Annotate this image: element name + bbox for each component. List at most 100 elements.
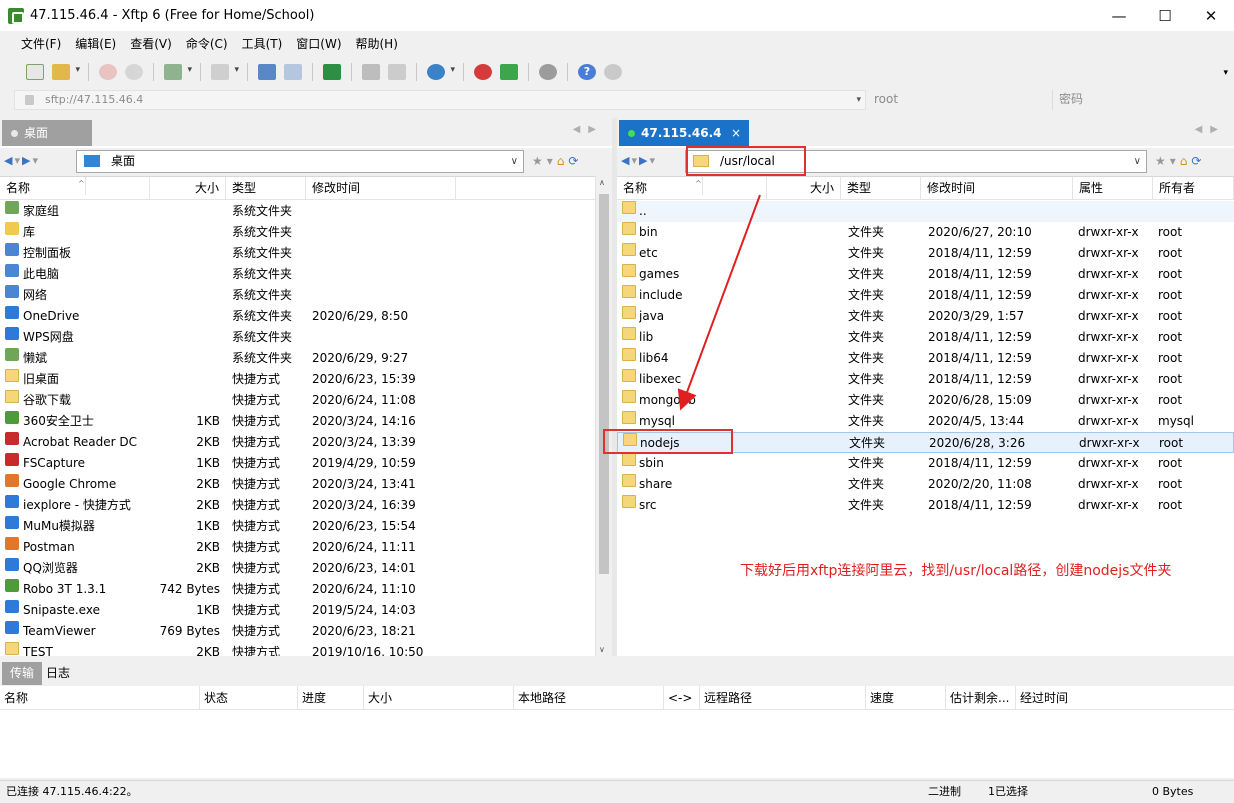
back-forward-icons[interactable]: ◀▾▶▾ bbox=[4, 154, 40, 167]
back-forward-icons[interactable]: ◀▾▶▾ bbox=[621, 154, 657, 167]
table-row[interactable]: Snipaste.exe 1KB 快捷方式 2019/5/24, 14:03 bbox=[0, 600, 612, 621]
open-folder-icon[interactable] bbox=[52, 64, 80, 80]
col-type[interactable]: 类型 bbox=[226, 177, 306, 200]
col-remote-path[interactable]: 远程路径 bbox=[700, 686, 866, 710]
menu-window[interactable]: 窗口(W) bbox=[289, 35, 348, 52]
table-row[interactable]: bin 文件夹 2020/6/27, 20:10 drwxr-xr-x root bbox=[617, 222, 1234, 243]
local-nav-tools[interactable]: ★▾⌂⟳ bbox=[532, 154, 582, 168]
table-row[interactable]: sbin 文件夹 2018/4/11, 12:59 drwxr-xr-x root bbox=[617, 453, 1234, 474]
col-eta[interactable]: 估计剩余... bbox=[946, 686, 1016, 710]
table-row[interactable]: src 文件夹 2018/4/11, 12:59 drwxr-xr-x root bbox=[617, 495, 1234, 516]
toolbar-overflow-icon[interactable]: ▾ bbox=[1223, 68, 1228, 78]
col-attributes[interactable]: 属性 bbox=[1073, 177, 1153, 200]
table-row[interactable]: TEST 2KB 快捷方式 2019/10/16, 10:50 bbox=[0, 642, 612, 656]
table-row[interactable]: MuMu模拟器 1KB 快捷方式 2020/6/23, 15:54 bbox=[0, 516, 612, 537]
host-address-input[interactable]: sftp://47.115.46.4 ▾ bbox=[14, 90, 866, 110]
menu-file[interactable]: 文件(F) bbox=[14, 35, 68, 52]
table-row[interactable]: QQ浏览器 2KB 快捷方式 2020/6/23, 14:01 bbox=[0, 558, 612, 579]
table-row[interactable]: Google Chrome 2KB 快捷方式 2020/3/24, 13:41 bbox=[0, 474, 612, 495]
table-row[interactable]: 谷歌下载 快捷方式 2020/6/24, 11:08 bbox=[0, 390, 612, 411]
table-row[interactable]: include 文件夹 2018/4/11, 12:59 drwxr-xr-x root bbox=[617, 285, 1234, 306]
table-row[interactable]: TeamViewer 769 Bytes 快捷方式 2020/6/23, 18:21 bbox=[0, 621, 612, 642]
xftp-icon[interactable] bbox=[500, 64, 518, 80]
scroll-up-icon[interactable]: ∧ bbox=[599, 178, 605, 187]
col-size[interactable]: 大小 bbox=[767, 177, 841, 200]
xshell-icon[interactable] bbox=[474, 64, 492, 80]
table-row[interactable]: lib64 文件夹 2018/4/11, 12:59 drwxr-xr-x root bbox=[617, 348, 1234, 369]
col-size[interactable]: 大小 bbox=[364, 686, 514, 710]
table-row[interactable]: Postman 2KB 快捷方式 2020/6/24, 11:11 bbox=[0, 537, 612, 558]
tab-remote-session[interactable]: 47.115.46.4 × bbox=[619, 120, 749, 146]
table-row[interactable]: 库 系统文件夹 bbox=[0, 222, 612, 243]
col-elapsed[interactable]: 经过时间 bbox=[1016, 686, 1234, 710]
username-input[interactable]: root bbox=[870, 90, 1050, 110]
close-button[interactable]: ✕ bbox=[1188, 0, 1234, 31]
scroll-down-icon[interactable]: ∨ bbox=[599, 645, 605, 654]
col-owner[interactable]: 所有者 bbox=[1153, 177, 1234, 200]
col-name[interactable]: 名称 bbox=[0, 686, 200, 710]
table-row[interactable]: 控制面板 系统文件夹 bbox=[0, 243, 612, 264]
table-row[interactable]: 懒斌 系统文件夹 2020/6/29, 9:27 bbox=[0, 348, 612, 369]
table-row[interactable]: games 文件夹 2018/4/11, 12:59 drwxr-xr-x root bbox=[617, 264, 1234, 285]
menu-command[interactable]: 命令(C) bbox=[179, 35, 235, 52]
terminal-icon[interactable] bbox=[211, 64, 239, 80]
reconnect-icon[interactable] bbox=[125, 64, 143, 80]
menu-help[interactable]: 帮助(H) bbox=[349, 35, 405, 52]
tab-local-desktop[interactable]: 桌面 bbox=[2, 120, 92, 146]
table-row[interactable]: libexec 文件夹 2018/4/11, 12:59 drwxr-xr-x root bbox=[617, 369, 1234, 390]
maximize-button[interactable]: ☐ bbox=[1142, 0, 1188, 31]
col-modified[interactable]: 修改时间 bbox=[306, 177, 456, 200]
tab-log[interactable]: 日志 bbox=[38, 662, 78, 685]
download-right-icon[interactable] bbox=[284, 64, 302, 80]
col-progress[interactable]: 进度 bbox=[298, 686, 364, 710]
menu-tools[interactable]: 工具(T) bbox=[235, 35, 290, 52]
new-session-icon[interactable] bbox=[26, 64, 44, 80]
col-modified[interactable]: 修改时间 bbox=[921, 177, 1073, 200]
table-row[interactable]: mongodb 文件夹 2020/6/28, 15:09 drwxr-xr-x root bbox=[617, 390, 1234, 411]
table-row[interactable]: etc 文件夹 2018/4/11, 12:59 drwxr-xr-x root bbox=[617, 243, 1234, 264]
chevron-down-icon[interactable]: ∨ bbox=[1134, 151, 1141, 172]
col-local-path[interactable]: 本地路径 bbox=[514, 686, 664, 710]
parent-dir-row[interactable]: .. bbox=[617, 201, 1234, 222]
table-row[interactable]: 家庭组 系统文件夹 bbox=[0, 201, 612, 222]
col-type[interactable]: 类型 bbox=[841, 177, 921, 200]
table-row[interactable]: 网络 系统文件夹 bbox=[0, 285, 612, 306]
chevron-down-icon[interactable]: ▾ bbox=[856, 91, 861, 109]
password-input[interactable]: 密码 bbox=[1052, 90, 1230, 110]
table-row[interactable]: 360安全卫士 1KB 快捷方式 2020/3/24, 14:16 bbox=[0, 411, 612, 432]
gear-icon[interactable] bbox=[539, 64, 557, 80]
properties-icon[interactable] bbox=[164, 64, 192, 80]
table-row[interactable]: 此电脑 系统文件夹 bbox=[0, 264, 612, 285]
col-size[interactable]: 大小 bbox=[150, 177, 226, 200]
chat-icon[interactable] bbox=[604, 64, 622, 80]
table-row[interactable]: FSCapture 1KB 快捷方式 2019/4/29, 10:59 bbox=[0, 453, 612, 474]
col-direction[interactable]: <-> bbox=[664, 686, 700, 710]
table-row[interactable]: java 文件夹 2020/3/29, 1:57 drwxr-xr-x root bbox=[617, 306, 1234, 327]
minimize-button[interactable]: — bbox=[1096, 0, 1142, 31]
upload-left-icon[interactable] bbox=[258, 64, 276, 80]
disconnect-icon[interactable] bbox=[99, 64, 117, 80]
help-icon[interactable]: ? bbox=[578, 64, 596, 80]
table-row[interactable]: OneDrive 系统文件夹 2020/6/29, 8:50 bbox=[0, 306, 612, 327]
table-row[interactable]: 旧桌面 快捷方式 2020/6/23, 15:39 bbox=[0, 369, 612, 390]
menu-view[interactable]: 查看(V) bbox=[123, 35, 179, 52]
table-row[interactable]: iexplore - 快捷方式 2KB 快捷方式 2020/3/24, 16:39 bbox=[0, 495, 612, 516]
local-scrollbar[interactable]: ∧ ∨ bbox=[595, 176, 612, 656]
table-row[interactable]: Robo 3T 1.3.1 742 Bytes 快捷方式 2020/6/24, 11:… bbox=[0, 579, 612, 600]
remote-nav-tools[interactable]: ★▾⌂⟳ bbox=[1155, 154, 1205, 168]
table-row[interactable]: lib 文件夹 2018/4/11, 12:59 drwxr-xr-x root bbox=[617, 327, 1234, 348]
local-path-input[interactable]: 桌面 ∨ bbox=[76, 150, 524, 173]
globe-icon[interactable] bbox=[427, 64, 455, 80]
tab-transfer[interactable]: 传输 bbox=[2, 662, 43, 685]
col-speed[interactable]: 速度 bbox=[866, 686, 946, 710]
sync-icon[interactable] bbox=[323, 64, 341, 80]
close-tab-icon[interactable]: × bbox=[731, 120, 741, 146]
scroll-thumb[interactable] bbox=[599, 194, 609, 574]
tab-scroll-icons[interactable]: ◀▶ bbox=[1195, 124, 1226, 135]
table-row[interactable]: Acrobat Reader DC 2KB 快捷方式 2020/3/24, 13:39 bbox=[0, 432, 612, 453]
copy-icon[interactable] bbox=[362, 64, 380, 80]
menu-edit[interactable]: 编辑(E) bbox=[68, 35, 123, 52]
table-row[interactable]: WPS网盘 系统文件夹 bbox=[0, 327, 612, 348]
paste-icon[interactable] bbox=[388, 64, 406, 80]
table-row[interactable]: share 文件夹 2020/2/20, 11:08 drwxr-xr-x root bbox=[617, 474, 1234, 495]
